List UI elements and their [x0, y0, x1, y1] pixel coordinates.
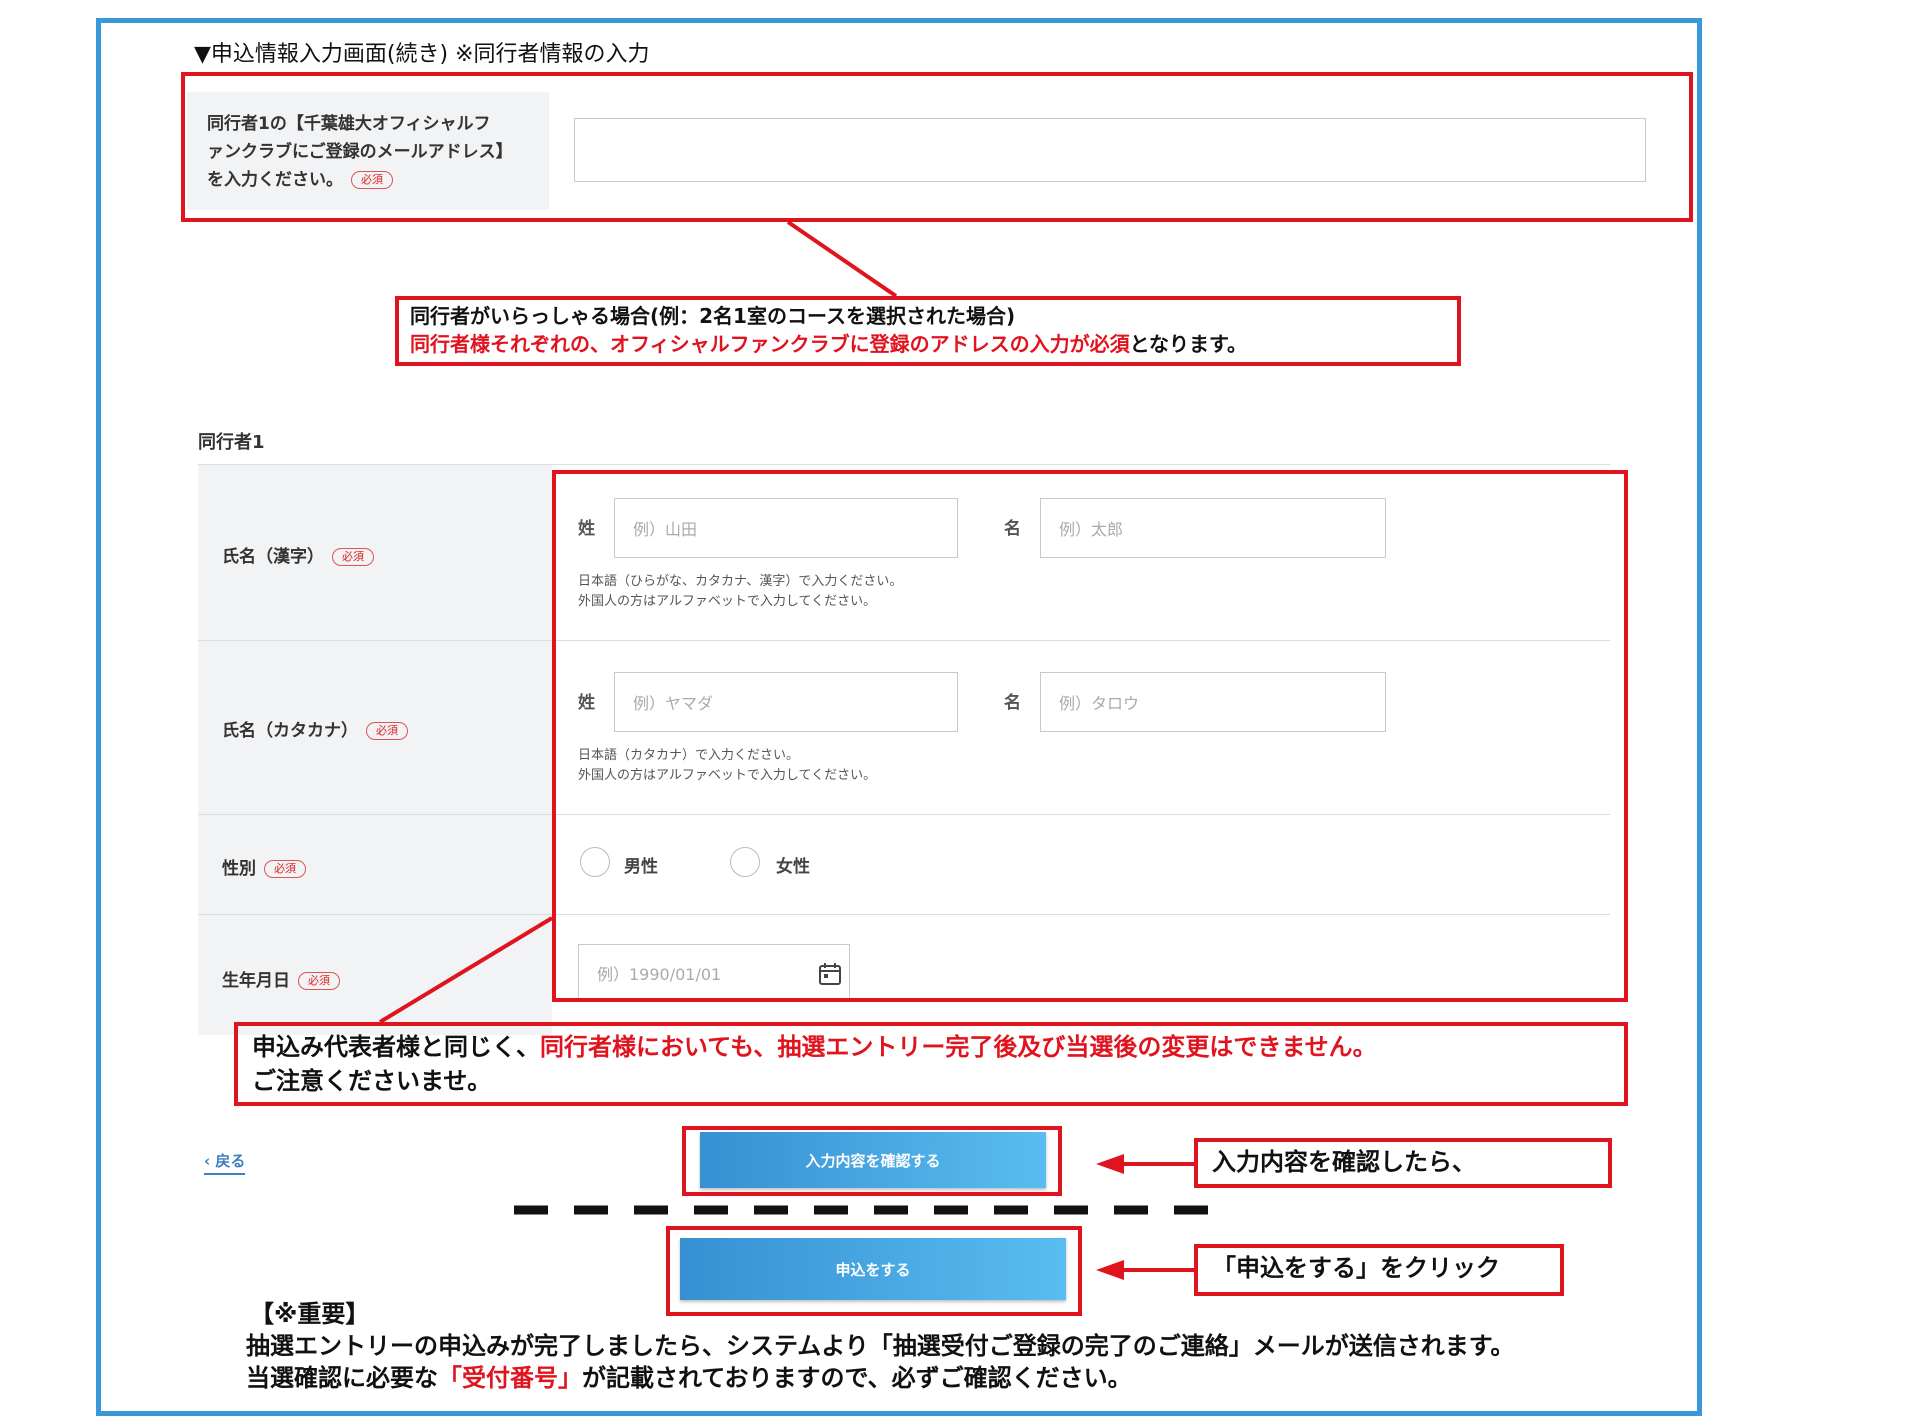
important-line1: 抽選エントリーの申込みが完了しましたら、システムより「抽選受付ご登録の完了のご連… [246, 1332, 1515, 1360]
important-line2-tail: が記載されておりますので、必ずご確認ください。 [582, 1364, 1132, 1392]
important-line2: 当選確認に必要な「受付番号」が記載されておりますので、必ずご確認ください。 [246, 1362, 1132, 1394]
connector-line-form [378, 916, 554, 1024]
arrow-head-confirm [1096, 1154, 1124, 1174]
important-title: 【※重要】 [250, 1300, 370, 1328]
connector-line-email [786, 220, 898, 298]
important-line2-red: 「受付番号」 [438, 1364, 582, 1392]
arrow-head-apply [1096, 1260, 1124, 1280]
annotation-lines [378, 220, 1208, 1280]
important-line2-head: 当選確認に必要な [246, 1364, 438, 1392]
